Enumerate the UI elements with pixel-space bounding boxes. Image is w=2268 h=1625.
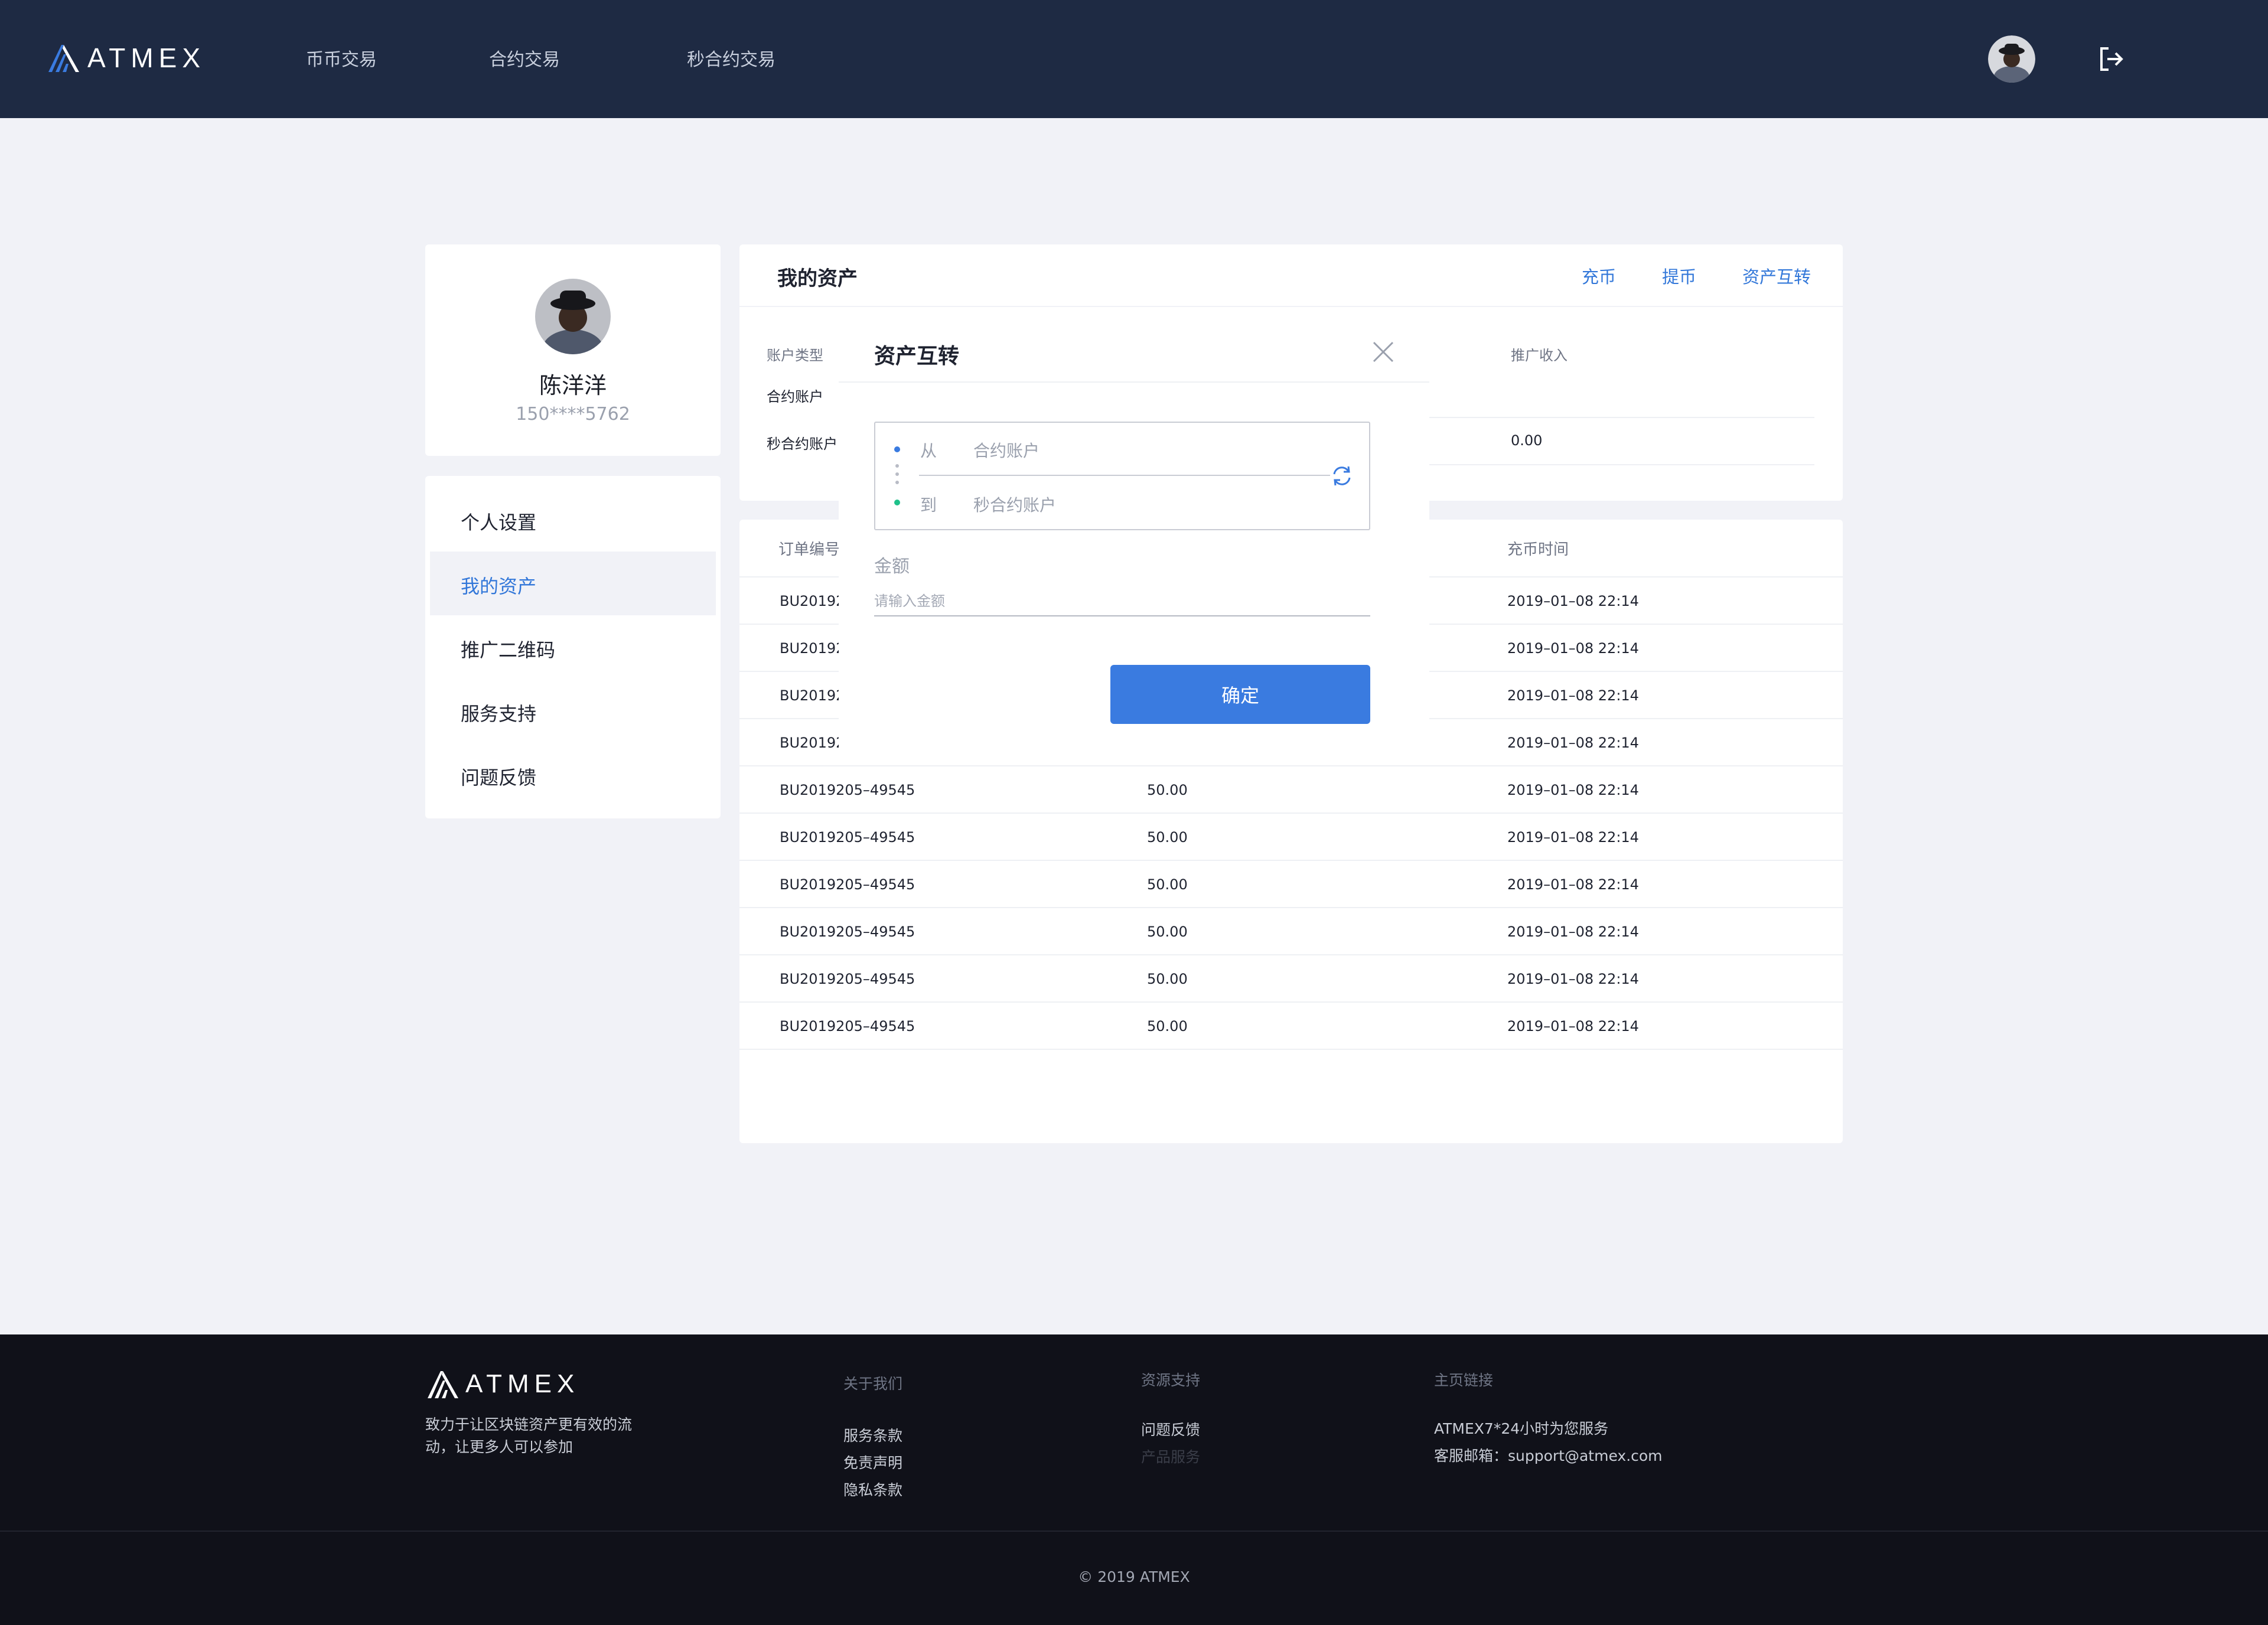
copyright: © 2019 ATMEX xyxy=(1078,1568,1190,1585)
from-label: 从 xyxy=(920,441,937,461)
order-number-cell: BU2019205–49545 xyxy=(780,924,915,940)
deposit-time-header: 充币时间 xyxy=(1507,541,1569,559)
deposit-time-cell: 2019–01–08 22:14 xyxy=(1507,735,1639,751)
transfer-divider xyxy=(919,475,1330,476)
logout-icon[interactable] xyxy=(2096,44,2126,74)
logo-icon xyxy=(428,1371,458,1398)
main-nav: 币币交易 合约交易 秒合约交易 xyxy=(306,45,888,71)
menu-item-referral-qrcode[interactable]: 推广二维码 xyxy=(461,635,555,663)
nav-spot-trading[interactable]: 币币交易 xyxy=(306,45,377,71)
table-row: BU2019205–49545 50.00 2019–01–08 22:14 xyxy=(739,861,1843,908)
connector-dot xyxy=(895,464,899,468)
footer-divider xyxy=(0,1531,2268,1532)
table-row: BU2019205–49545 50.00 2019–01–08 22:14 xyxy=(739,814,1843,861)
to-label: 到 xyxy=(920,495,937,515)
assets-divider xyxy=(739,306,1843,307)
service-hours-text: ATMEX7*24小时为您服务 xyxy=(1434,1420,1609,1437)
amount-cell: 50.00 xyxy=(1147,971,1188,987)
amount-cell: 50.00 xyxy=(1147,829,1188,846)
amount-label: 金额 xyxy=(874,556,910,577)
assets-title: 我的资产 xyxy=(777,267,858,291)
logo-icon xyxy=(48,45,79,72)
deposit-time-cell: 2019–01–08 22:14 xyxy=(1507,1018,1639,1035)
home-links-heading: 主页链接 xyxy=(1434,1372,1494,1389)
menu-item-personal-settings[interactable]: 个人设置 xyxy=(461,508,536,535)
table-row: BU2019205–49545 50.00 2019–01–08 22:14 xyxy=(739,908,1843,955)
account-type-contract: 合约账户 xyxy=(767,389,823,405)
footer-logo-text: ATMEX xyxy=(465,1369,580,1398)
order-number-cell: BU2019205–49545 xyxy=(780,829,915,846)
referral-income-value: 0.00 xyxy=(1511,432,1543,449)
deposit-time-cell: 2019–01–08 22:14 xyxy=(1507,876,1639,893)
about-us-heading: 关于我们 xyxy=(843,1375,903,1392)
nav-second-contract-trading[interactable]: 秒合约交易 xyxy=(687,45,775,71)
order-number-cell: BU2019205–49545 xyxy=(780,782,915,798)
deposit-time-cell: 2019–01–08 22:14 xyxy=(1507,782,1639,798)
modal-divider xyxy=(839,381,1429,383)
menu-item-feedback[interactable]: 问题反馈 xyxy=(461,763,536,790)
transfer-direction-box: 从 合约账户 到 秒合约账户 xyxy=(874,422,1370,530)
deposit-time-cell: 2019–01–08 22:14 xyxy=(1507,971,1639,987)
close-icon[interactable] xyxy=(1370,339,1396,365)
modal-title: 资产互转 xyxy=(874,344,960,368)
disclaimer-link[interactable]: 免责声明 xyxy=(843,1451,902,1473)
menu-item-service-support[interactable]: 服务支持 xyxy=(461,699,536,726)
privacy-link[interactable]: 隐私条款 xyxy=(843,1479,902,1500)
table-row: BU2019205–49545 50.00 2019–01–08 22:14 xyxy=(739,955,1843,1003)
to-dot xyxy=(894,500,900,505)
deposit-time-cell: 2019–01–08 22:14 xyxy=(1507,829,1639,846)
support-email-text: 客服邮箱：support@atmex.com xyxy=(1434,1447,1663,1464)
product-service-link[interactable]: 产品服务 xyxy=(1141,1445,1200,1467)
referral-income-header: 推广收入 xyxy=(1511,347,1568,364)
deposit-time-cell: 2019–01–08 22:14 xyxy=(1507,924,1639,940)
asset-transfer-modal: 资产互转 从 合约账户 到 秒合约账户 金额 确定 xyxy=(839,327,1429,752)
amount-cell: 50.00 xyxy=(1147,924,1188,940)
connector-dot xyxy=(895,481,899,484)
amount-cell: 50.00 xyxy=(1147,782,1188,798)
order-number-header: 订单编号 xyxy=(778,541,840,559)
order-number-cell: BU2019205–49545 xyxy=(780,876,915,893)
feedback-link[interactable]: 问题反馈 xyxy=(1141,1418,1200,1440)
profile-name: 陈洋洋 xyxy=(539,373,607,399)
order-number-cell: BU2019205–49545 xyxy=(780,971,915,987)
order-number-cell: BU2019205–49545 xyxy=(780,1018,915,1035)
side-menu: 个人设置 我的资产 推广二维码 服务支持 问题反馈 xyxy=(425,476,721,818)
footer-tagline: 致力于让区块链资产更有效的流动，让更多人可以参加 xyxy=(425,1416,633,1456)
footer-logo: ATMEX xyxy=(425,1368,579,1401)
nav-contract-trading[interactable]: 合约交易 xyxy=(489,45,560,71)
confirm-button[interactable]: 确定 xyxy=(1110,665,1370,724)
top-header: ATMEX 币币交易 合约交易 秒合约交易 xyxy=(0,0,2268,118)
withdraw-link[interactable]: 提币 xyxy=(1662,263,1696,288)
brand-logo[interactable]: ATMEX xyxy=(46,41,206,74)
user-avatar[interactable] xyxy=(1988,35,2035,83)
deposit-time-cell: 2019–01–08 22:14 xyxy=(1507,593,1639,609)
table-row: BU2019205–49545 50.00 2019–01–08 22:14 xyxy=(739,766,1843,814)
table-row: BU2019205–49545 50.00 2019–01–08 22:14 xyxy=(739,1003,1843,1050)
footer: ATMEX 致力于让区块链资产更有效的流动，让更多人可以参加 关于我们 服务条款… xyxy=(0,1334,2268,1625)
account-type-header: 账户类型 xyxy=(767,347,823,364)
profile-phone: 150****5762 xyxy=(516,404,630,425)
row-divider xyxy=(1425,464,1814,465)
row-divider xyxy=(1425,417,1814,418)
menu-item-my-assets[interactable]: 我的资产 xyxy=(461,572,536,599)
connector-dot xyxy=(895,472,899,476)
deposit-time-cell: 2019–01–08 22:14 xyxy=(1507,687,1639,704)
amount-input[interactable] xyxy=(874,587,1370,616)
deposit-time-cell: 2019–01–08 22:14 xyxy=(1507,640,1639,657)
profile-avatar xyxy=(535,279,611,354)
asset-transfer-link[interactable]: 资产互转 xyxy=(1742,263,1811,288)
logo-text: ATMEX xyxy=(87,43,206,73)
swap-icon[interactable] xyxy=(1329,463,1355,489)
amount-cell: 50.00 xyxy=(1147,876,1188,893)
deposit-link[interactable]: 充币 xyxy=(1582,263,1616,288)
to-account-select[interactable]: 秒合约账户 xyxy=(973,492,1056,516)
terms-of-service-link[interactable]: 服务条款 xyxy=(843,1424,902,1445)
profile-card: 陈洋洋 150****5762 xyxy=(425,244,721,456)
account-type-second-contract: 秒合约账户 xyxy=(767,436,838,452)
amount-cell: 50.00 xyxy=(1147,1018,1188,1035)
from-account-select[interactable]: 合约账户 xyxy=(973,438,1040,462)
resources-heading: 资源支持 xyxy=(1141,1372,1201,1389)
from-dot xyxy=(894,446,900,452)
